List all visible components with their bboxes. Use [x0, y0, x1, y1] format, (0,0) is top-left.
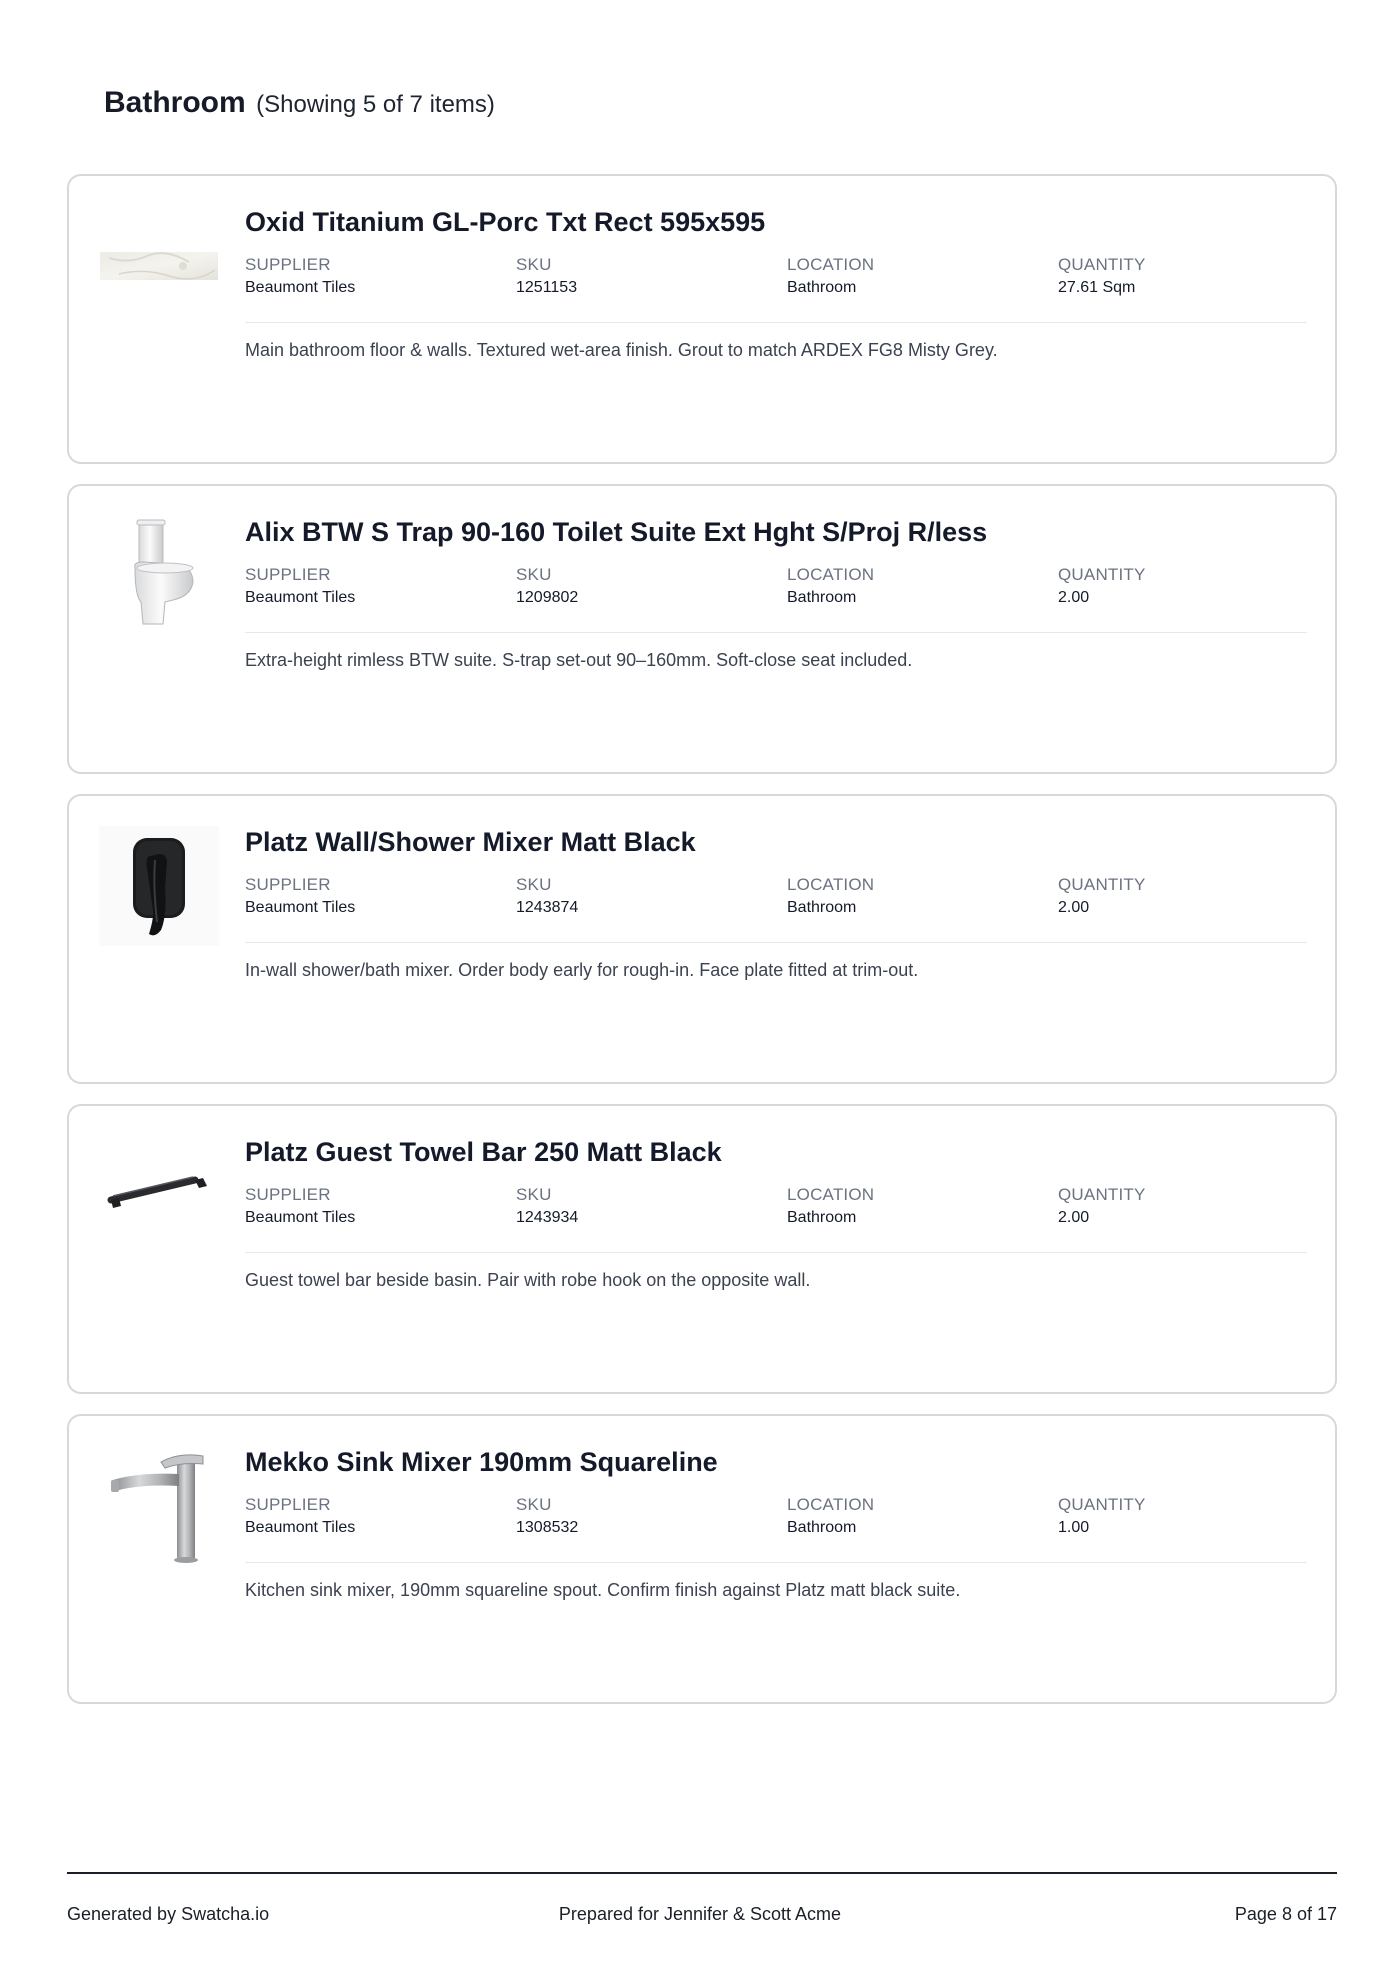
card-divider	[245, 322, 1307, 323]
supplier-label: SUPPLIER	[245, 255, 331, 274]
product-note: Extra-height rimless BTW suite. S-trap s…	[245, 650, 913, 670]
quantity-label: QUANTITY	[1058, 1495, 1146, 1514]
footer-divider	[67, 1872, 1337, 1874]
supplier-value: Beaumont Tiles	[245, 589, 356, 606]
sku-field: SKU 1243874	[516, 874, 787, 920]
location-label: LOCATION	[787, 565, 875, 584]
sku-field: SKU 1251153	[516, 254, 787, 300]
sku-label: SKU	[516, 1185, 552, 1204]
product-card: Oxid Titanium GL-Porc Txt Rect 595x595 S…	[67, 174, 1337, 464]
tile-swatch-icon	[99, 206, 219, 326]
supplier-label: SUPPLIER	[245, 565, 331, 584]
supplier-value: Beaumont Tiles	[245, 279, 356, 296]
supplier-value: Beaumont Tiles	[245, 1209, 356, 1226]
sku-value: 1251153	[516, 279, 578, 296]
supplier-value: Beaumont Tiles	[245, 1519, 356, 1536]
product-fields: SUPPLIER Beaumont Tiles SKU 1308532 LOCA…	[245, 1494, 1307, 1540]
product-title: Platz Wall/Shower Mixer Matt Black	[245, 827, 696, 857]
quantity-field: QUANTITY 1.00	[1058, 1494, 1329, 1540]
shower-mixer-icon	[99, 826, 219, 946]
location-value: Bathroom	[787, 899, 857, 916]
location-label: LOCATION	[787, 875, 875, 894]
product-note: Main bathroom floor & walls. Textured we…	[245, 340, 998, 360]
sku-value: 1308532	[516, 1519, 579, 1536]
location-value: Bathroom	[787, 1519, 857, 1536]
quantity-value: 2.00	[1058, 899, 1090, 916]
section-title: Bathroom	[104, 86, 246, 119]
supplier-label: SUPPLIER	[245, 1495, 331, 1514]
quantity-value: 1.00	[1058, 1519, 1090, 1536]
quantity-label: QUANTITY	[1058, 565, 1146, 584]
sku-label: SKU	[516, 255, 552, 274]
sku-value: 1209802	[516, 589, 579, 606]
location-label: LOCATION	[787, 1495, 875, 1514]
product-card: Platz Wall/Shower Mixer Matt Black SUPPL…	[67, 794, 1337, 1084]
sku-label: SKU	[516, 1495, 552, 1514]
supplier-field: SUPPLIER Beaumont Tiles	[245, 254, 516, 300]
quantity-label: QUANTITY	[1058, 875, 1146, 894]
quantity-field: QUANTITY 2.00	[1058, 564, 1329, 610]
card-divider	[245, 632, 1307, 633]
location-field: LOCATION Bathroom	[787, 874, 1058, 920]
card-divider	[245, 942, 1307, 943]
supplier-field: SUPPLIER Beaumont Tiles	[245, 564, 516, 610]
sku-label: SKU	[516, 875, 552, 894]
section-item-count: (Showing 5 of 7 items)	[256, 91, 495, 118]
location-value: Bathroom	[787, 279, 857, 296]
product-card: Mekko Sink Mixer 190mm Squareline SUPPLI…	[67, 1414, 1337, 1704]
footer-prepared-for: Prepared for Jennifer & Scott Acme	[558, 1904, 842, 1924]
sku-value: 1243934	[516, 1209, 579, 1226]
location-label: LOCATION	[787, 1185, 875, 1204]
product-note: In-wall shower/bath mixer. Order body ea…	[245, 960, 919, 980]
product-fields: SUPPLIER Beaumont Tiles SKU 1243934 LOCA…	[245, 1184, 1307, 1230]
product-card: Alix BTW S Trap 90-160 Toilet Suite Ext …	[67, 484, 1337, 774]
quantity-field: QUANTITY 27.61 Sqm	[1058, 254, 1329, 300]
location-value: Bathroom	[787, 589, 857, 606]
quantity-label: QUANTITY	[1058, 1185, 1146, 1204]
product-fields: SUPPLIER Beaumont Tiles SKU 1209802 LOCA…	[245, 564, 1307, 610]
sku-field: SKU 1209802	[516, 564, 787, 610]
sku-value: 1243874	[516, 899, 579, 916]
toilet-suite-icon	[99, 516, 219, 636]
supplier-field: SUPPLIER Beaumont Tiles	[245, 1494, 516, 1540]
location-field: LOCATION Bathroom	[787, 564, 1058, 610]
supplier-label: SUPPLIER	[245, 875, 331, 894]
quantity-field: QUANTITY 2.00	[1058, 874, 1329, 920]
supplier-label: SUPPLIER	[245, 1185, 331, 1204]
supplier-field: SUPPLIER Beaumont Tiles	[245, 874, 516, 920]
product-title: Oxid Titanium GL-Porc Txt Rect 595x595	[245, 207, 766, 237]
product-title: Mekko Sink Mixer 190mm Squareline	[245, 1447, 718, 1477]
quantity-label: QUANTITY	[1058, 255, 1146, 274]
quantity-value: 2.00	[1058, 1209, 1090, 1226]
sku-label: SKU	[516, 565, 552, 584]
footer-page-number: Page 8 of 17	[1234, 1904, 1337, 1924]
product-fields: SUPPLIER Beaumont Tiles SKU 1243874 LOCA…	[245, 874, 1307, 920]
section-header: Bathroom (Showing 5 of 7 items)	[104, 86, 495, 120]
supplier-value: Beaumont Tiles	[245, 899, 356, 916]
location-value: Bathroom	[787, 1209, 857, 1226]
product-title: Platz Guest Towel Bar 250 Matt Black	[245, 1137, 722, 1167]
sku-field: SKU 1243934	[516, 1184, 787, 1230]
card-divider	[245, 1562, 1307, 1563]
sku-field: SKU 1308532	[516, 1494, 787, 1540]
location-field: LOCATION Bathroom	[787, 1184, 1058, 1230]
location-field: LOCATION Bathroom	[787, 1494, 1058, 1540]
quantity-value: 27.61 Sqm	[1058, 279, 1136, 296]
product-note: Kitchen sink mixer, 190mm squareline spo…	[245, 1580, 961, 1600]
supplier-field: SUPPLIER Beaumont Tiles	[245, 1184, 516, 1230]
location-label: LOCATION	[787, 255, 875, 274]
quantity-field: QUANTITY 2.00	[1058, 1184, 1329, 1230]
towel-bar-icon	[99, 1136, 219, 1256]
product-fields: SUPPLIER Beaumont Tiles SKU 1251153 LOCA…	[245, 254, 1307, 300]
sink-mixer-icon	[99, 1446, 219, 1566]
quantity-value: 2.00	[1058, 589, 1090, 606]
location-field: LOCATION Bathroom	[787, 254, 1058, 300]
card-divider	[245, 1252, 1307, 1253]
product-title: Alix BTW S Trap 90-160 Toilet Suite Ext …	[245, 517, 988, 547]
product-note: Guest towel bar beside basin. Pair with …	[245, 1270, 811, 1290]
product-card: Platz Guest Towel Bar 250 Matt Black SUP…	[67, 1104, 1337, 1394]
